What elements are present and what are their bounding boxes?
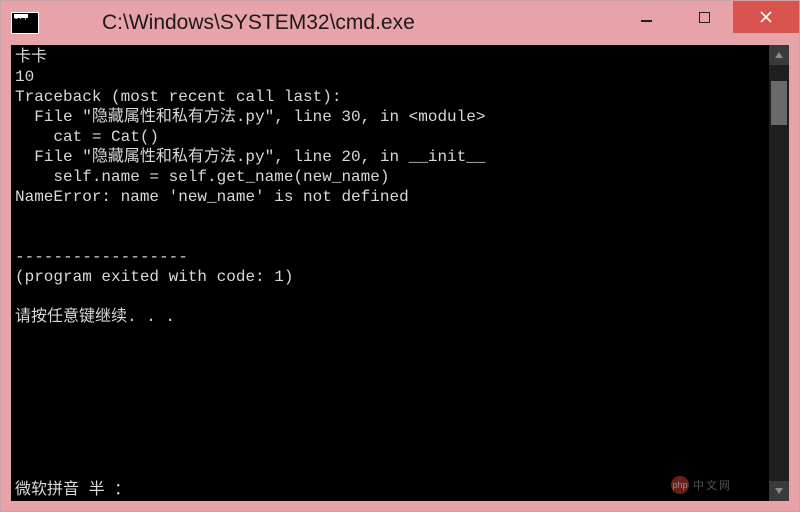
client-area: 卡卡 10 Traceback (most recent call last):…: [1, 45, 799, 511]
ime-status: 微软拼音 半 ：: [15, 475, 130, 499]
cmd-icon: [11, 12, 39, 34]
close-button[interactable]: [733, 1, 799, 33]
minimize-button[interactable]: [617, 1, 675, 33]
scroll-down-button[interactable]: [769, 481, 789, 501]
scroll-track[interactable]: [769, 65, 789, 481]
titlebar[interactable]: C:\Windows\SYSTEM32\cmd.exe: [1, 1, 799, 45]
vertical-scrollbar[interactable]: [769, 45, 789, 501]
scroll-thumb[interactable]: [771, 81, 787, 125]
window-controls: [617, 1, 799, 45]
scroll-up-button[interactable]: [769, 45, 789, 65]
console-output[interactable]: 卡卡 10 Traceback (most recent call last):…: [11, 45, 769, 501]
window-title: C:\Windows\SYSTEM32\cmd.exe: [47, 11, 617, 35]
cmd-window: C:\Windows\SYSTEM32\cmd.exe 卡卡 10 Traceb…: [0, 0, 800, 512]
console-container: 卡卡 10 Traceback (most recent call last):…: [11, 45, 789, 501]
maximize-button[interactable]: [675, 1, 733, 33]
